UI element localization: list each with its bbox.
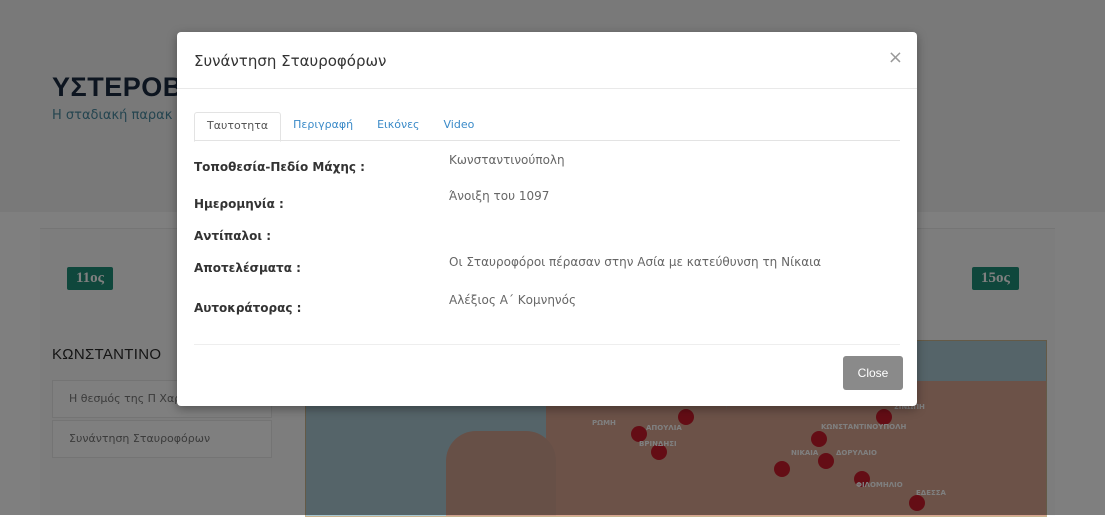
close-icon[interactable]: × — [888, 49, 903, 67]
location-label: Τοποθεσία-Πεδίο Μάχης : — [194, 160, 365, 174]
modal-header: Συνάντηση Σταυροφόρων × — [177, 32, 917, 89]
modal-footer-divider — [194, 344, 900, 345]
emperor-label: Αυτοκράτορας : — [194, 301, 302, 315]
opponents-label: Αντίπαλοι : — [194, 229, 272, 243]
tab-video[interactable]: Video — [432, 112, 487, 140]
location-value: Κωνσταντινούπολη — [449, 153, 565, 167]
close-button[interactable]: Close — [843, 356, 903, 390]
results-value: Οι Σταυροφόροι πέρασαν στην Ασία με κατε… — [449, 255, 822, 269]
date-value: Άνοιξη του 1097 — [449, 189, 550, 203]
tab-identity[interactable]: Ταυτοτητα — [194, 112, 282, 142]
results-label: Αποτελέσματα : — [194, 261, 301, 275]
modal-tabs: Ταυτοτητα Περιγραφή Εικόνες Video — [194, 112, 487, 142]
emperor-value: Αλέξιος Α΄ Κομνηνός — [449, 293, 577, 307]
tab-description[interactable]: Περιγραφή — [281, 112, 365, 140]
tab-images[interactable]: Εικόνες — [365, 112, 431, 140]
tab-divider — [194, 140, 900, 141]
modal-title: Συνάντηση Σταυροφόρων — [194, 52, 387, 70]
event-modal: Συνάντηση Σταυροφόρων × Ταυτοτητα Περιγρ… — [177, 32, 917, 406]
date-label: Ημερομηνία : — [194, 197, 284, 211]
